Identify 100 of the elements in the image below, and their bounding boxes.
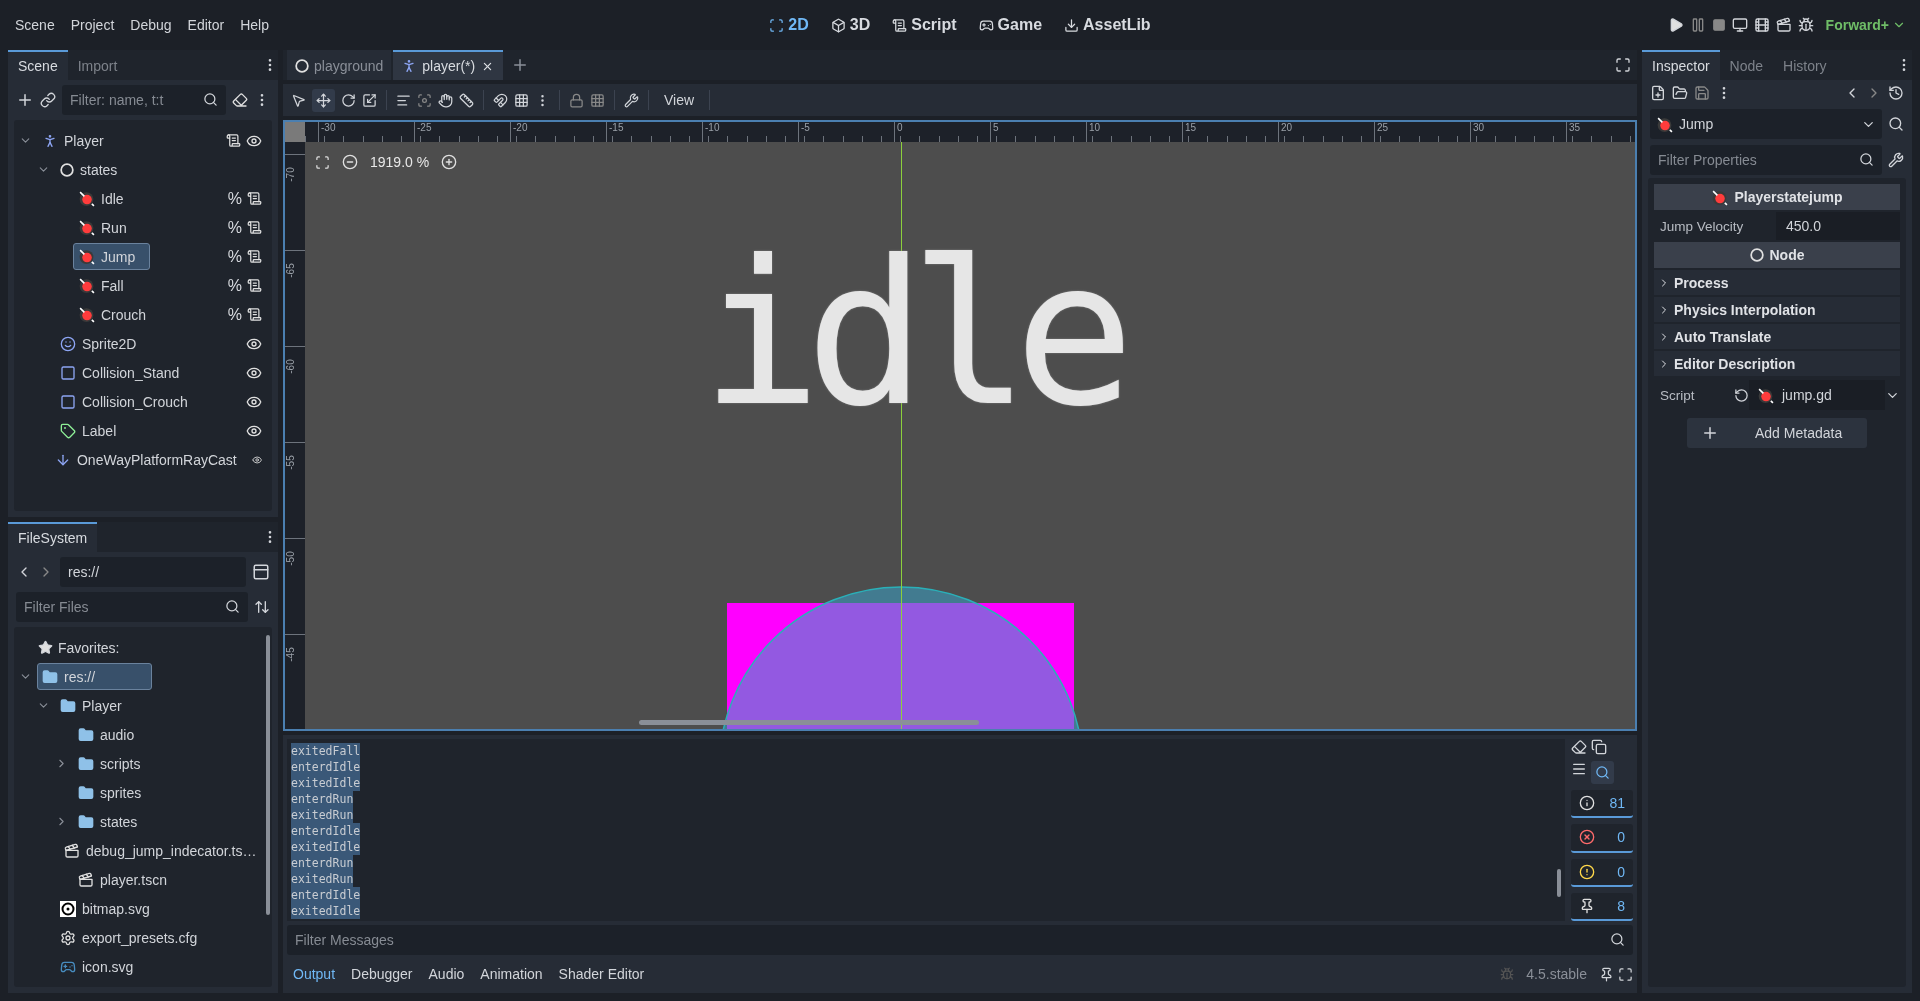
property-group[interactable]: Editor Description [1654, 351, 1900, 376]
renderer-dropdown[interactable]: Forward+ [1819, 13, 1912, 37]
script-icon[interactable] [247, 220, 262, 235]
property-group[interactable]: Auto Translate [1654, 324, 1900, 349]
clear-icon[interactable] [1571, 739, 1587, 755]
scrollbar[interactable] [639, 720, 979, 725]
pin-icon[interactable] [1599, 966, 1614, 982]
tree-item[interactable]: states [55, 156, 123, 183]
stop-icon[interactable] [1711, 18, 1726, 32]
filter-field[interactable]: Filter Properties [1650, 145, 1882, 175]
save-icon[interactable] [1694, 85, 1710, 101]
zoom-level[interactable]: 1919.0 % [370, 154, 430, 170]
script-icon[interactable] [247, 307, 262, 322]
bottom-panel-tab[interactable]: Shader Editor [552, 963, 651, 985]
pivot-icon[interactable] [417, 92, 432, 108]
property-group[interactable]: Physics Interpolation [1654, 297, 1900, 322]
search-button[interactable] [1591, 761, 1614, 784]
document-tab[interactable]: playground [287, 50, 392, 80]
scrollbar[interactable] [1557, 869, 1561, 897]
tree-item[interactable]: res:// [37, 663, 152, 690]
bug-icon[interactable] [1797, 17, 1814, 33]
tree-item[interactable]: player.tscn [73, 866, 172, 893]
tree-item[interactable]: audio [73, 721, 140, 748]
hand-icon[interactable] [438, 92, 453, 108]
bottom-panel-tab[interactable]: Audio [422, 963, 471, 985]
dock-tab[interactable]: Scene [8, 50, 68, 80]
scale-icon[interactable] [362, 92, 377, 108]
script-icon[interactable] [247, 249, 262, 264]
bottom-panel-tab[interactable]: Debugger [345, 963, 419, 985]
link-icon[interactable] [40, 92, 56, 108]
property-group[interactable]: Process [1654, 270, 1900, 295]
script-remove-icon[interactable] [232, 92, 248, 108]
message-filter-button[interactable]: 81 [1571, 790, 1633, 819]
filter-field[interactable]: Filter Messages [287, 925, 1633, 955]
workspace-tab[interactable]: Game [972, 12, 1049, 38]
script-icon[interactable] [247, 191, 262, 206]
path-field[interactable]: res:// [60, 557, 246, 587]
number-field[interactable]: 450.0 [1776, 212, 1900, 240]
tree-item[interactable]: Fall [73, 272, 129, 299]
tree-item[interactable]: Player [37, 127, 109, 154]
tree-item[interactable]: OneWayPlatformRayCast [50, 446, 242, 473]
tree-item[interactable]: Idle [73, 185, 129, 212]
script-icon[interactable] [247, 278, 262, 293]
message-filter-button[interactable]: 0 [1571, 824, 1633, 853]
grid-icon[interactable] [514, 92, 529, 108]
tree-item[interactable]: Collision_Crouch [55, 388, 193, 415]
move-tool-button[interactable] [312, 88, 335, 112]
expand-icon[interactable] [1618, 966, 1633, 982]
workspace-tab[interactable]: AssetLib [1058, 12, 1157, 38]
object-selector[interactable]: Jump [1650, 109, 1882, 139]
script-field[interactable]: jump.gd [1749, 380, 1885, 410]
select-icon[interactable] [291, 92, 306, 108]
bottom-panel-tab[interactable]: Animation [474, 963, 549, 985]
menu-item[interactable]: Scene [8, 13, 62, 37]
tree-item[interactable]: Sprite2D [55, 330, 142, 357]
zoom-out-icon[interactable] [342, 154, 358, 170]
menu-item[interactable]: Debug [123, 13, 179, 37]
menu-item[interactable]: Help [233, 13, 276, 37]
copy-icon[interactable] [1591, 739, 1607, 755]
message-filter-button[interactable]: 0 [1571, 858, 1633, 887]
tree-item[interactable]: Jump [73, 243, 151, 270]
add-metadata-button[interactable]: Add Metadata [1687, 418, 1867, 448]
tree-item[interactable]: sprites [73, 779, 147, 806]
open-folder-icon[interactable] [1672, 85, 1688, 101]
tree-item[interactable]: Run [73, 214, 132, 241]
menu-item[interactable]: Editor [180, 13, 232, 37]
layout-icon[interactable] [252, 563, 270, 581]
sort-icon[interactable] [254, 599, 270, 615]
tree-item[interactable]: Label [55, 417, 122, 444]
document-tab[interactable]: player(*) [393, 50, 504, 80]
tree-item[interactable]: debug_jump_indecator.ts… [59, 837, 262, 864]
dock-tab[interactable]: Inspector [1642, 50, 1720, 80]
new-resource-icon[interactable] [1650, 85, 1666, 101]
filter-field[interactable]: Filter Files [16, 592, 248, 622]
wrench-icon[interactable] [624, 92, 639, 108]
view-menu[interactable]: View [658, 89, 701, 111]
scrollbar[interactable] [266, 635, 270, 915]
clapperboard-icon[interactable] [1753, 17, 1770, 33]
monitor-icon[interactable] [1731, 17, 1748, 33]
bottom-panel-tab[interactable]: Output [287, 963, 342, 985]
clapperboard-icon[interactable] [1775, 17, 1792, 33]
message-filter-button[interactable]: 8 [1571, 892, 1633, 921]
tree-item[interactable]: bitmap.svg [55, 895, 155, 922]
tree-item[interactable]: states [73, 808, 143, 835]
dock-tab[interactable]: History [1773, 50, 1837, 80]
tools-icon[interactable] [1888, 152, 1904, 168]
center-view-icon[interactable] [315, 154, 330, 170]
list-icon[interactable] [396, 92, 411, 108]
dock-tab[interactable]: FileSystem [8, 522, 98, 552]
tree-item[interactable]: export_presets.cfg [55, 924, 203, 951]
workspace-tab[interactable]: Script [886, 12, 963, 38]
tree-item[interactable]: scripts [73, 750, 146, 777]
tree-item[interactable]: icon.svg [55, 953, 139, 980]
dock-tab[interactable]: Node [1719, 50, 1774, 80]
fullscreen-icon[interactable] [1615, 57, 1631, 73]
tree-item[interactable]: Player [55, 692, 127, 719]
add-icon[interactable] [16, 91, 34, 109]
rotate-icon[interactable] [341, 92, 356, 108]
tree-item[interactable]: Crouch [73, 301, 152, 328]
ruler-icon[interactable] [459, 92, 474, 108]
